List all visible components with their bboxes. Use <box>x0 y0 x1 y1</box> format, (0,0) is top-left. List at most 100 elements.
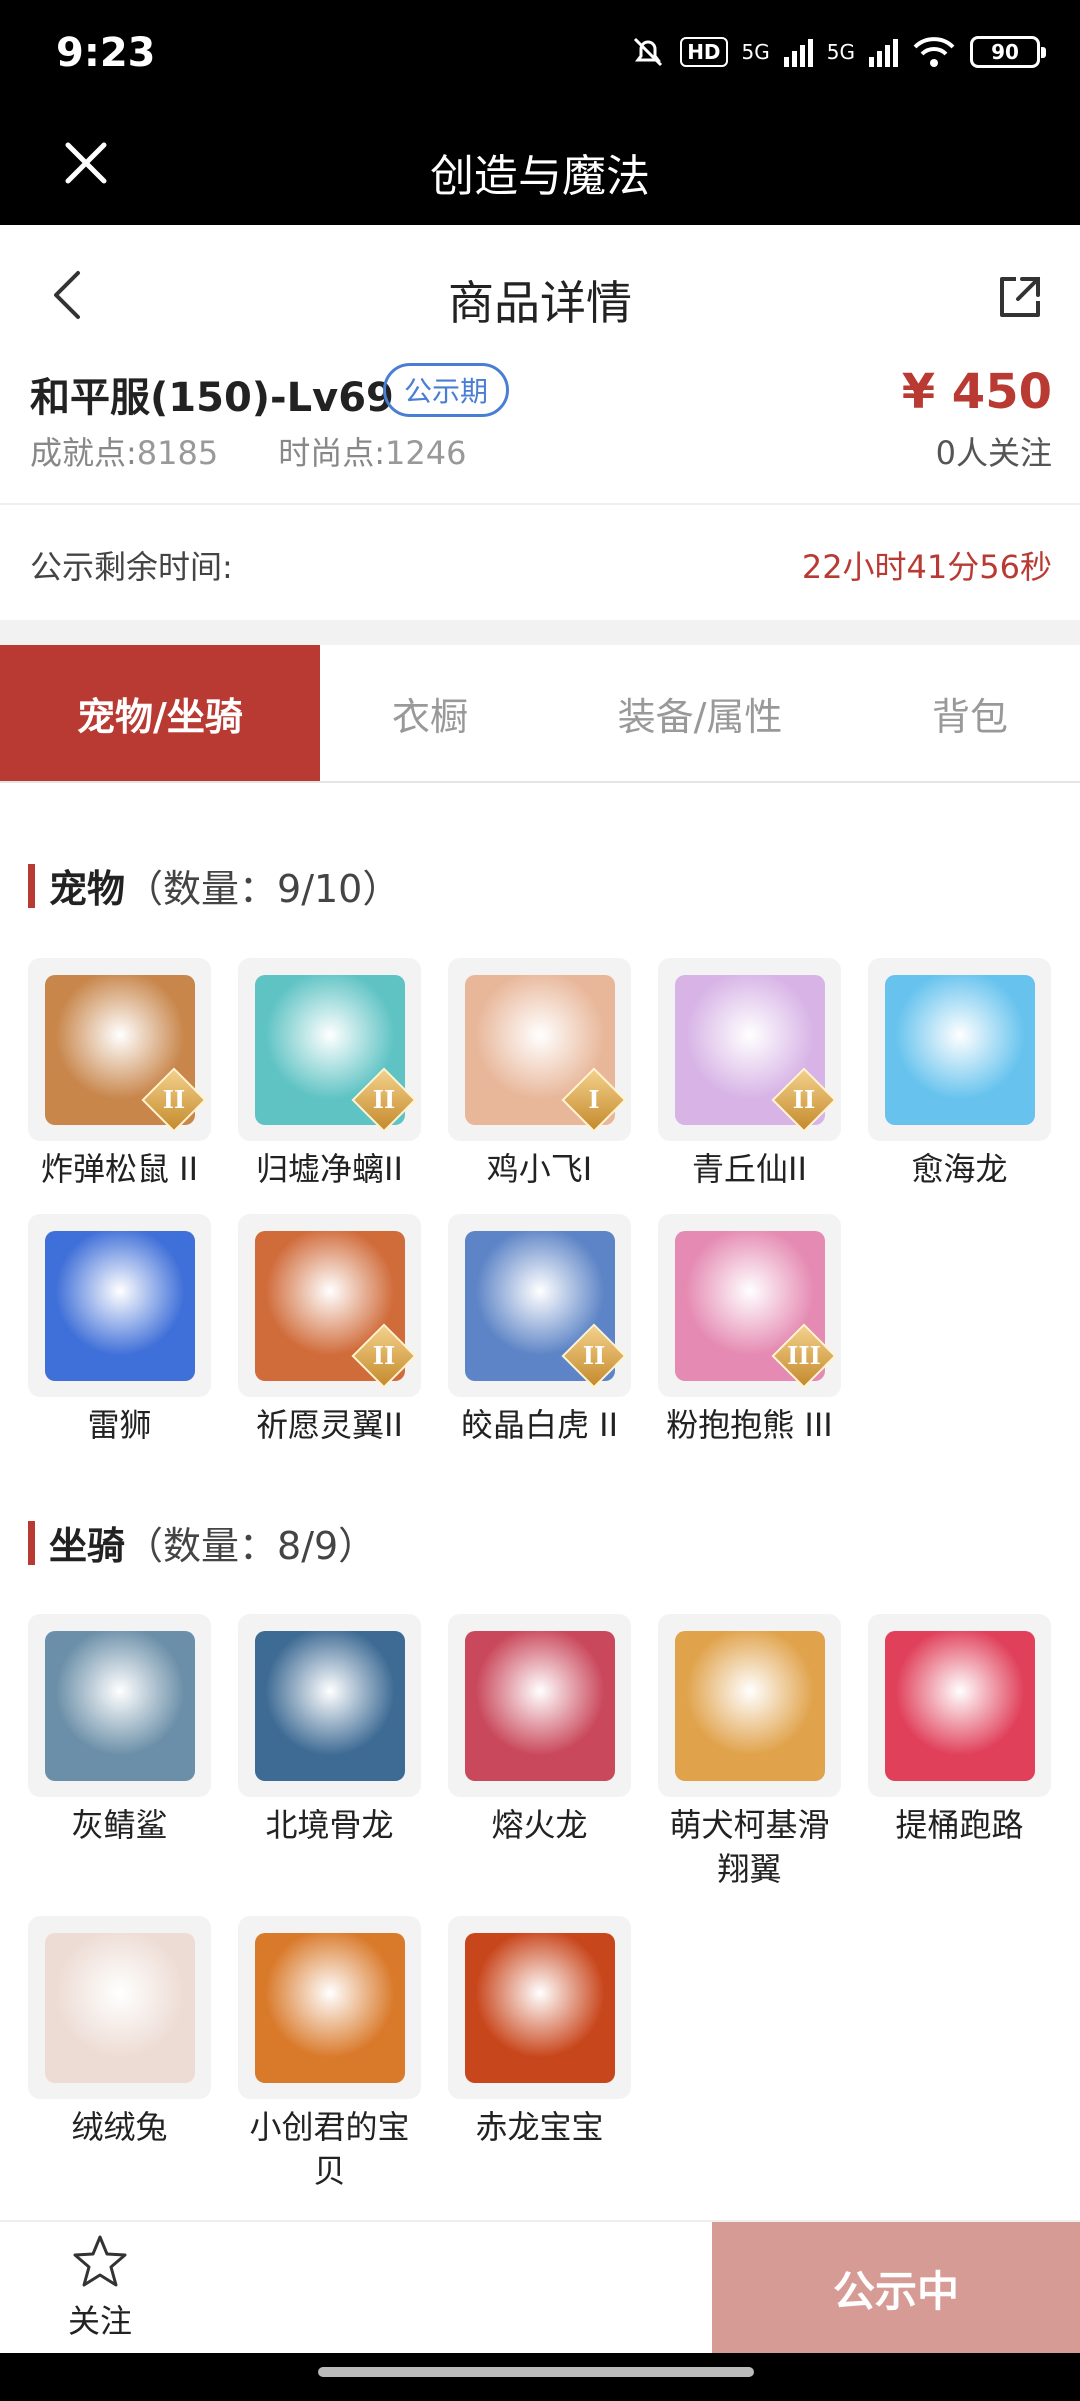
pet-item[interactable]: II 归墟净螭II <box>238 958 421 1191</box>
mount-thumbnail <box>238 1614 421 1797</box>
mount-name: 赤龙宝宝 <box>475 2108 604 2146</box>
rank-badge-label: II <box>792 1085 816 1114</box>
rank-badge-label: III <box>787 1341 821 1370</box>
pet-name: 鸡小飞I <box>486 1150 593 1188</box>
status-time: 9:23 <box>56 30 156 76</box>
mount-item[interactable]: 北境骨龙 <box>238 1614 421 1847</box>
mount-image <box>884 1630 1035 1781</box>
system-nav-bar <box>0 2353 1080 2401</box>
status-bar: 9:23 HD 5G 5G 90 <box>0 0 1080 115</box>
mount-image <box>464 1932 615 2083</box>
follow-button[interactable]: 关注 <box>40 2232 160 2342</box>
mount-thumbnail <box>868 1614 1051 1797</box>
product-name: 和平服(150)-Lv69 <box>30 375 394 421</box>
tab-backpack[interactable]: 背包 <box>860 645 1080 781</box>
mount-item[interactable]: 萌犬柯基滑翔翼 <box>658 1614 841 1891</box>
pets-grid: II 炸弹松鼠 II II 归墟净螭II I 鸡小飞I II 青丘仙II 愈海龙雷狮 II 祈愿灵翼… <box>28 958 1058 1458</box>
tab-equipment[interactable]: 装备/属性 <box>540 645 860 781</box>
mount-item[interactable]: 赤龙宝宝 <box>448 1916 631 2149</box>
mute-bell-icon <box>634 37 663 67</box>
tab-bar: 宠物/坐骑 衣橱 装备/属性 背包 <box>0 645 1080 783</box>
mount-item[interactable]: 绒绒兔 <box>28 1916 211 2149</box>
app-title: 创造与魔法 <box>430 151 650 202</box>
section-divider <box>0 620 1080 645</box>
signal-icon-2 <box>869 37 898 67</box>
mount-image <box>464 1630 615 1781</box>
mount-name: 小创君的宝贝 <box>249 2108 410 2190</box>
pet-item[interactable]: II 炸弹松鼠 II <box>28 958 211 1191</box>
section-accent-bar <box>28 1520 35 1565</box>
battery-icon: 90 <box>970 36 1046 68</box>
pet-thumbnail <box>868 958 1051 1141</box>
pets-section-title: 宠物 （数量：9/10） <box>28 858 400 913</box>
tab-wardrobe[interactable]: 衣橱 <box>320 645 540 781</box>
mount-thumbnail <box>28 1614 211 1797</box>
pet-thumbnail: I <box>448 958 631 1141</box>
fashion-points: 时尚点:1246 <box>278 434 467 472</box>
pet-name: 祈愿灵翼II <box>256 1406 403 1444</box>
mount-image <box>44 1932 195 2083</box>
pet-item[interactable]: II 青丘仙II <box>658 958 841 1191</box>
mount-name: 熔火龙 <box>491 1806 588 1844</box>
pet-thumbnail: II <box>448 1214 631 1397</box>
pet-thumbnail: II <box>238 1214 421 1397</box>
pet-item[interactable]: III 粉抱抱熊 III <box>658 1214 841 1447</box>
mount-thumbnail <box>238 1916 421 2099</box>
app-title-bar: 创造与魔法 <box>0 115 1080 225</box>
rank-badge-label: I <box>588 1085 600 1114</box>
wifi-icon <box>913 37 955 67</box>
signal-icon <box>783 37 813 67</box>
pet-item[interactable]: II 祈愿灵翼II <box>238 1214 421 1447</box>
mount-name: 萌犬柯基滑翔翼 <box>669 1806 830 1888</box>
tab-pets-mounts[interactable]: 宠物/坐骑 <box>0 645 320 781</box>
pet-item[interactable]: II 皎晶白虎 II <box>448 1214 631 1447</box>
pet-name: 炸弹松鼠 II <box>40 1150 199 1188</box>
mount-thumbnail <box>28 1916 211 2099</box>
rank-badge-label: II <box>162 1085 186 1114</box>
mounts-section-title: 坐骑 （数量：8/9） <box>28 1515 376 1570</box>
pet-thumbnail <box>28 1214 211 1397</box>
pet-thumbnail: II <box>28 958 211 1141</box>
network-5g-label: 5G <box>741 40 770 64</box>
pet-thumbnail: II <box>238 958 421 1141</box>
page-title: 商品详情 <box>448 276 632 330</box>
mount-image <box>44 1630 195 1781</box>
pet-item[interactable]: 愈海龙 <box>868 958 1051 1191</box>
mount-thumbnail <box>658 1614 841 1797</box>
page-nav-bar: 商品详情 <box>0 225 1080 360</box>
mount-name: 提桶跑路 <box>895 1806 1024 1844</box>
publicity-status-button[interactable]: 公示中 <box>712 2222 1080 2355</box>
product-header: 和平服(150)-Lv69 公示期 成就点:8185 时尚点:1246 ¥ 45… <box>0 360 1080 505</box>
rank-badge-label: II <box>582 1341 606 1370</box>
mount-name: 北境骨龙 <box>265 1806 394 1844</box>
star-icon <box>73 2235 127 2287</box>
bottom-action-bar: 关注 公示中 <box>0 2220 1080 2355</box>
mount-item[interactable]: 小创君的宝贝 <box>238 1916 421 2193</box>
pet-item[interactable]: I 鸡小飞I <box>448 958 631 1191</box>
rank-badge-label: II <box>372 1085 396 1114</box>
mount-image <box>254 1630 405 1781</box>
pet-image <box>44 1230 195 1381</box>
pet-name: 青丘仙II <box>692 1150 807 1188</box>
pet-thumbnail: II <box>658 958 841 1141</box>
mount-thumbnail <box>448 1614 631 1797</box>
pet-name: 愈海龙 <box>911 1150 1008 1188</box>
mount-name: 绒绒兔 <box>71 2108 168 2146</box>
pet-name: 皎晶白虎 II <box>460 1406 619 1444</box>
mount-item[interactable]: 灰鲭鲨 <box>28 1614 211 1847</box>
status-icons: HD 5G 5G 90 <box>630 34 1046 70</box>
countdown-value: 22小时41分56秒 <box>801 548 1052 586</box>
mount-thumbnail <box>448 1916 631 2099</box>
pet-item[interactable]: 雷狮 <box>28 1214 211 1447</box>
mount-item[interactable]: 熔火龙 <box>448 1614 631 1847</box>
achievement-points: 成就点:8185 <box>30 434 219 472</box>
product-price: ¥ 450 <box>901 364 1052 420</box>
pet-name: 归墟净螭II <box>256 1150 403 1188</box>
rank-badge-label: II <box>372 1341 396 1370</box>
mount-item[interactable]: 提桶跑路 <box>868 1614 1051 1847</box>
share-icon[interactable] <box>996 273 1044 321</box>
pet-name: 雷狮 <box>87 1406 152 1444</box>
status-badge: 公示期 <box>383 363 510 417</box>
home-indicator[interactable] <box>318 2367 754 2377</box>
follower-count: 0人关注 <box>935 434 1052 472</box>
